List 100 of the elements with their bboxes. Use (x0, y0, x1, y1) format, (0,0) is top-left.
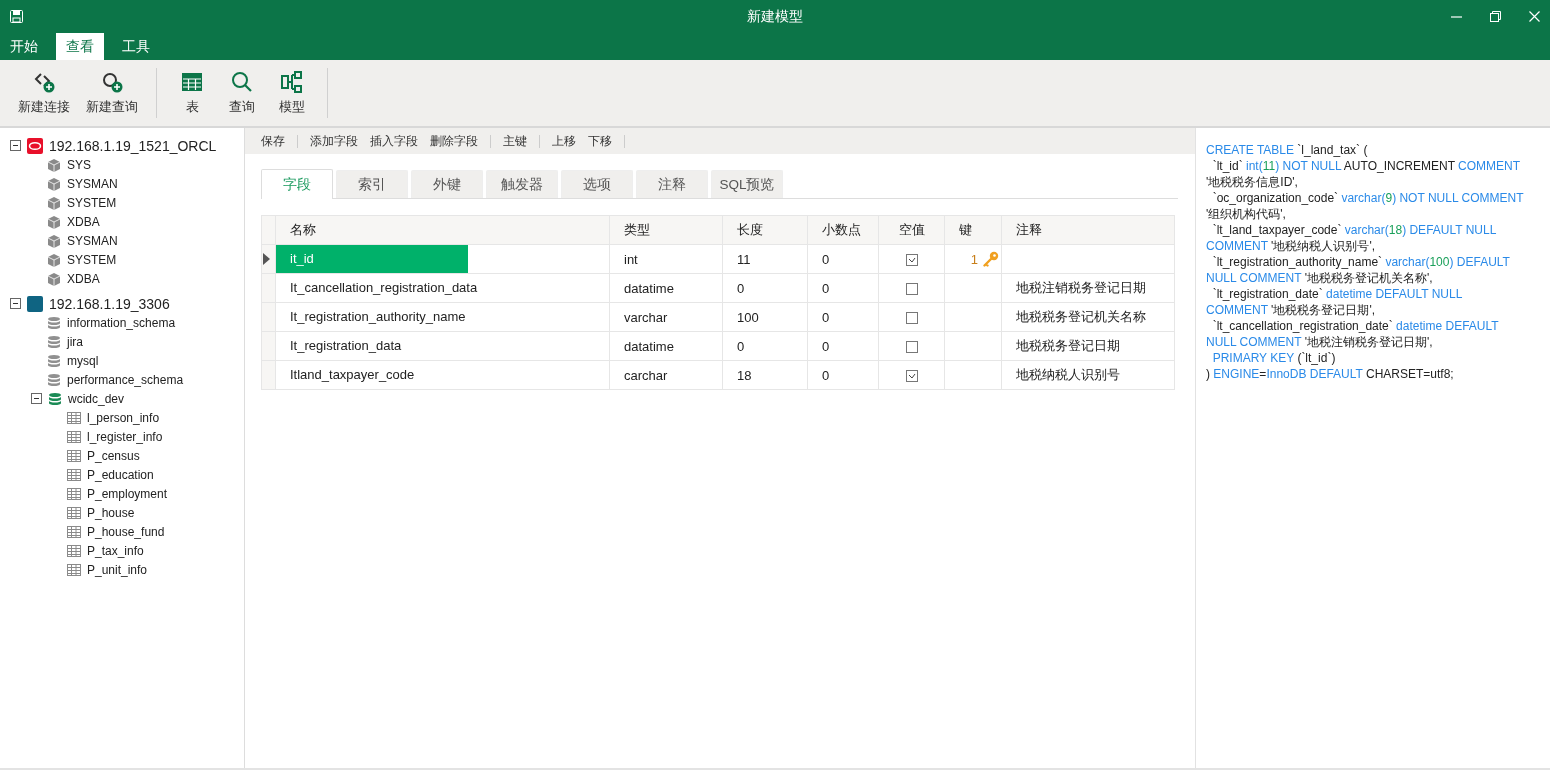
cube-icon (47, 157, 61, 172)
table-icon (67, 467, 81, 482)
tree-item[interactable]: 192.168.1.19_3306 (49, 295, 170, 312)
menu-tab[interactable]: 开始 (0, 33, 48, 60)
restore-icon[interactable] (1490, 10, 1501, 22)
tree-item[interactable]: SYSTEM (67, 195, 117, 210)
tree-item[interactable]: P_employment (87, 486, 168, 501)
sql-line: `lt_id` int(11) NOT NULL AUTO_INCREMENT COMMENT (1211, 158, 1522, 174)
cube-icon (47, 195, 61, 210)
toolbar-button[interactable]: 表 (167, 60, 217, 126)
sql-line: PRIMARY KEY (`lt_id`) (1211, 350, 1337, 366)
cube-icon (47, 271, 61, 286)
checkbox[interactable] (905, 370, 918, 383)
table-cell: int (609, 244, 723, 274)
sql-line: NULL COMMENT '地税税务登记机关名称', (1206, 270, 1434, 286)
action-button[interactable]: 保存 (255, 132, 291, 150)
editor-tab[interactable]: 选项 (561, 170, 633, 198)
checkbox[interactable] (905, 341, 918, 354)
table-cell: 100 (722, 302, 808, 332)
menu-tab[interactable]: 查看 (56, 33, 104, 60)
collapse-toggle-icon[interactable] (31, 393, 42, 404)
tree-item[interactable]: information_schema (67, 315, 176, 330)
table-cell: 18 (722, 360, 808, 390)
checkbox[interactable] (905, 254, 918, 267)
tree-item[interactable]: l_person_info (87, 410, 160, 425)
window-title: 新建模型 (747, 8, 803, 24)
tree-item[interactable]: mysql (67, 353, 99, 368)
tree-item[interactable]: jira (67, 334, 83, 349)
tree-item[interactable]: 192.168.1.19_1521_ORCL (49, 137, 217, 154)
toolbar-button[interactable]: 查询 (217, 60, 267, 126)
tree-item[interactable]: SYSMAN (67, 233, 118, 248)
editor-tab[interactable]: 索引 (336, 170, 408, 198)
close-icon[interactable] (1529, 10, 1540, 22)
diagram-icon (281, 70, 303, 93)
action-button[interactable]: 删除字段 (424, 132, 484, 150)
column-header: 名称 (275, 215, 610, 245)
editor-tab[interactable]: SQL预览 (711, 170, 783, 198)
toolbar-button[interactable]: 新建连接 (10, 60, 78, 126)
action-button[interactable]: 下移 (582, 132, 618, 150)
table-cell: 11 (722, 244, 808, 274)
tree-item[interactable]: P_tax_info (87, 543, 144, 558)
table-cell: carchar (609, 360, 723, 390)
column-header: 长度 (722, 215, 808, 245)
tree-item[interactable]: XDBA (67, 214, 100, 229)
action-button[interactable]: 上移 (546, 132, 582, 150)
sql-line: '地税税务信息ID', (1206, 174, 1299, 190)
checkbox[interactable] (905, 312, 918, 325)
checkbox[interactable] (905, 283, 918, 296)
sql-line: COMMENT '地税税务登记日期', (1206, 302, 1377, 318)
toolbar-button[interactable]: 新建查询 (78, 60, 146, 126)
new-query-icon (101, 70, 123, 93)
table-icon (67, 505, 81, 520)
sql-line: ) ENGINE=InnoDB DEFAULT CHARSET=utf8; (1206, 366, 1455, 382)
tree-item[interactable]: P_unit_info (87, 562, 148, 577)
table-cell: datatime (609, 331, 723, 361)
table-cell: 0 (807, 302, 879, 332)
table-icon (67, 448, 81, 463)
editor-tab[interactable]: 触发器 (486, 170, 558, 198)
action-button[interactable]: 主键 (497, 132, 533, 150)
sql-line: CREATE TABLE `l_land_tax` ( (1206, 142, 1369, 158)
sql-line: `lt_registration_authority_name` varchar(100) DEFAULT (1211, 254, 1511, 270)
table-cell: 地税纳税人识别号 (1001, 360, 1175, 390)
table-icon (67, 486, 81, 501)
save-icon[interactable] (10, 9, 23, 23)
table-cell: datatime (609, 273, 723, 303)
collapse-toggle-icon[interactable] (10, 140, 21, 151)
column-header: 键 (944, 215, 1002, 245)
cube-icon (47, 214, 61, 229)
tree-item[interactable]: SYSTEM (67, 252, 117, 267)
tree-item[interactable]: P_house (87, 505, 135, 520)
table-cell: 0 (807, 360, 879, 390)
column-header: 注释 (1001, 215, 1175, 245)
tree-item[interactable]: performance_schema (67, 372, 184, 387)
database-icon (48, 391, 62, 406)
menu-tab[interactable]: 工具 (112, 33, 160, 60)
column-header: 空值 (878, 215, 945, 245)
tree-item[interactable]: P_education (87, 467, 154, 482)
collapse-toggle-icon[interactable] (10, 298, 21, 309)
server-icon (27, 294, 43, 313)
editor-tab[interactable]: 外键 (411, 170, 483, 198)
search-icon (231, 70, 253, 93)
tree-item[interactable]: SYS (67, 157, 91, 172)
tree-item[interactable]: XDBA (67, 271, 100, 286)
table-icon (67, 543, 81, 558)
editor-tab[interactable]: 注释 (636, 170, 708, 198)
tree-item[interactable]: P_house_fund (87, 524, 165, 539)
tree-item[interactable]: wcidc_dev (68, 391, 125, 406)
tree-item[interactable]: l_register_info (87, 429, 163, 444)
toolbar-button[interactable]: 模型 (267, 60, 317, 126)
new-connection-icon (33, 70, 55, 93)
editor-tab[interactable]: 字段 (261, 169, 333, 199)
tree-item[interactable]: SYSMAN (67, 176, 118, 191)
database-icon (47, 334, 61, 349)
action-button[interactable]: 插入字段 (364, 132, 424, 150)
table-cell: 地税税务登记日期 (1001, 331, 1175, 361)
table-cell: 地税注销税务登记日期 (1001, 273, 1175, 303)
tree-item[interactable]: P_census (87, 448, 140, 463)
table-cell: 0 (807, 273, 879, 303)
action-button[interactable]: 添加字段 (304, 132, 364, 150)
database-icon (47, 353, 61, 368)
